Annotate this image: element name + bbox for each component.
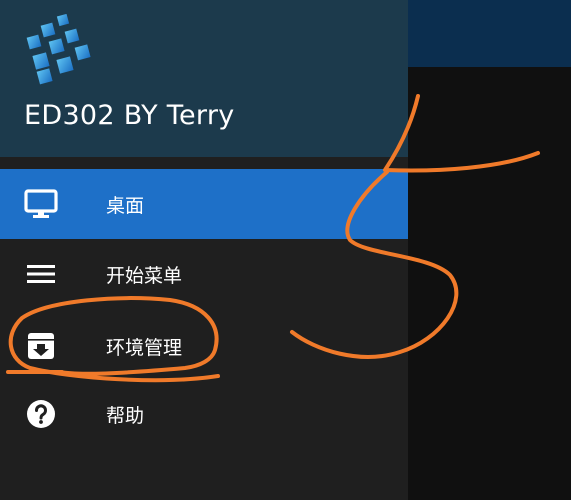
nav-item-start-menu[interactable]: 开始菜单 [0,239,408,309]
archive-download-icon [24,329,58,363]
monitor-icon [24,187,58,221]
menu-icon [24,257,58,291]
nav-item-desktop[interactable]: 桌面 [0,169,408,239]
navigation-drawer: ED302 BY Terry 桌面 开始菜单 环境管理 帮助 [0,0,408,500]
screen: ED302 BY Terry 桌面 开始菜单 环境管理 帮助 [0,0,571,500]
help-icon [24,397,58,431]
nav-item-label: 帮助 [106,404,145,427]
drawer-header: ED302 BY Terry [0,0,408,157]
app-title: ED302 BY Terry [24,100,235,131]
nav-item-label: 开始菜单 [106,264,183,287]
nav-item-label: 桌面 [106,194,145,217]
cube-grid-logo-icon [26,14,91,85]
nav-item-environment-management[interactable]: 环境管理 [0,311,408,381]
app-toolbar-dimmed [408,0,571,67]
nav-item-label: 环境管理 [106,336,183,359]
nav-item-help[interactable]: 帮助 [0,379,408,449]
app-content-dimmed[interactable] [408,67,571,500]
